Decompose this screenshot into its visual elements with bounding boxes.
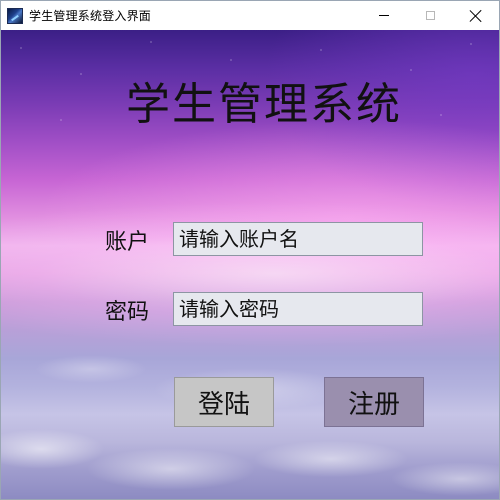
window-controls	[361, 1, 499, 30]
account-label: 账户	[105, 230, 150, 255]
app-icon	[7, 7, 23, 24]
password-input[interactable]: 请输入密码	[173, 292, 423, 326]
password-label: 密码	[105, 300, 150, 325]
login-window: 学生管理系统登入界面 学生管理系统 账户 请输入账户名 密码 请输入密码 登陆 …	[0, 0, 500, 500]
register-button[interactable]: 注册	[324, 377, 424, 427]
login-button[interactable]: 登陆	[174, 377, 274, 427]
account-input[interactable]: 请输入账户名	[173, 222, 423, 256]
close-icon	[470, 10, 482, 22]
minimize-button[interactable]	[361, 1, 407, 30]
window-title: 学生管理系统登入界面	[29, 9, 152, 23]
login-panel: 学生管理系统 账户 请输入账户名 密码 请输入密码 登陆 注册	[1, 30, 499, 499]
minimize-icon	[379, 15, 389, 16]
app-heading: 学生管理系统	[126, 79, 402, 130]
title-bar[interactable]: 学生管理系统登入界面	[1, 1, 499, 30]
close-button[interactable]	[453, 1, 499, 30]
maximize-button	[407, 1, 453, 30]
maximize-icon	[425, 11, 435, 20]
